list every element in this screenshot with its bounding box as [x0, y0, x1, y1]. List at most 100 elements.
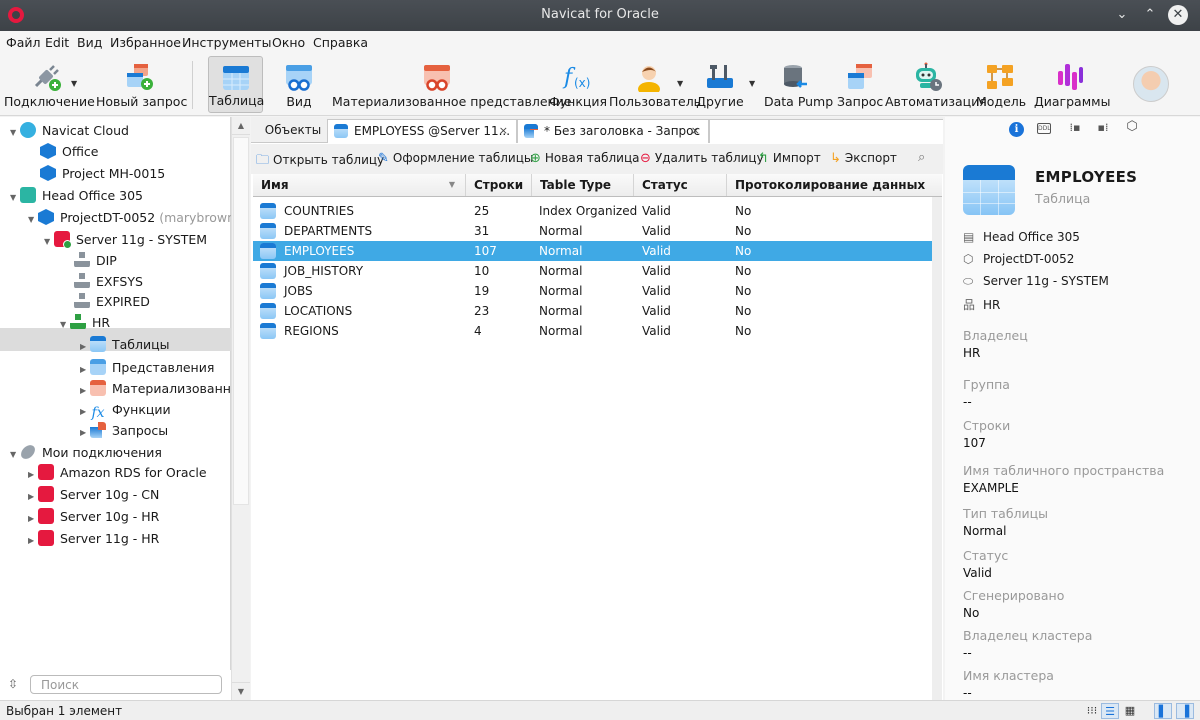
- expand-arrow-icon[interactable]: ▶: [80, 380, 90, 401]
- tree-item-materialized-views[interactable]: ▶ Материализованны: [80, 378, 241, 399]
- tree-item-queries[interactable]: ▶ Запросы: [80, 420, 168, 441]
- menu-file[interactable]: Файл: [6, 35, 41, 50]
- table-row[interactable]: JOB_HISTORY 10 Normal Valid No: [253, 261, 942, 281]
- expand-arrow-icon[interactable]: ▼: [28, 209, 38, 230]
- function-button[interactable]: f (x) Функция: [549, 56, 607, 113]
- dependencies-tab-icon[interactable]: ⁞▪: [1066, 121, 1084, 137]
- table-button[interactable]: Таблица: [208, 56, 264, 113]
- close-tab-icon[interactable]: ×: [499, 120, 508, 142]
- tree-item-schema-hr[interactable]: ▼ HR: [60, 312, 110, 333]
- toggle-right-pane-button[interactable]: ▐: [1176, 703, 1194, 719]
- tree-item-schema-dip[interactable]: DIP: [74, 250, 117, 271]
- tab-untitled-query[interactable]: * Без заголовка - Запрос ×: [517, 119, 709, 143]
- open-table-button[interactable]: 🗀 Открыть таблицу: [256, 151, 384, 173]
- tree-item-schema-expired[interactable]: EXPIRED: [74, 291, 150, 312]
- other-button[interactable]: Другие: [696, 56, 744, 113]
- toggle-left-pane-button[interactable]: ▌: [1154, 703, 1172, 719]
- tree-item-navicat-cloud[interactable]: ▼ Navicat Cloud: [10, 120, 129, 141]
- export-button[interactable]: ↳ Экспорт: [830, 151, 897, 166]
- maximize-button[interactable]: ⌃: [1140, 5, 1160, 25]
- list-view-button[interactable]: ☰: [1101, 703, 1119, 719]
- user-dropdown-icon[interactable]: ▼: [677, 79, 683, 88]
- navigation-scrollbar[interactable]: ▲ ▼: [231, 117, 250, 700]
- new-table-button[interactable]: ⊕ Новая таблица: [530, 151, 639, 166]
- menu-favorites[interactable]: Избранное: [110, 35, 181, 50]
- detail-view-button[interactable]: ▦: [1121, 703, 1139, 719]
- tree-item-project-mh[interactable]: Project MH-0015: [40, 163, 165, 184]
- close-tab-icon[interactable]: ×: [691, 120, 700, 142]
- search-icon[interactable]: ⌕: [918, 150, 925, 165]
- objects-scrollbar[interactable]: [932, 197, 942, 700]
- column-header-status[interactable]: Статус: [634, 174, 727, 196]
- close-button[interactable]: ✕: [1168, 5, 1188, 25]
- user-avatar[interactable]: [1133, 66, 1169, 102]
- expand-arrow-icon[interactable]: ▶: [28, 530, 38, 551]
- tree-item-server-11g-hr[interactable]: ▶ Server 11g - HR: [28, 528, 159, 549]
- ddl-tab-icon[interactable]: DDL: [1037, 123, 1051, 134]
- menu-tools[interactable]: Инструменты: [182, 35, 271, 50]
- tree-item-server-10g-cn[interactable]: ▶ Server 10g - CN: [28, 484, 159, 505]
- expand-arrow-icon[interactable]: ▶: [80, 359, 90, 380]
- table-row[interactable]: JOBS 19 Normal Valid No: [253, 281, 942, 301]
- view-button[interactable]: Вид: [277, 56, 321, 113]
- table-row[interactable]: COUNTRIES 25 Index Organized Valid No: [253, 201, 942, 221]
- menu-window[interactable]: Окно: [272, 35, 305, 50]
- materialized-view-button[interactable]: Материализованное представление: [332, 56, 572, 113]
- tree-item-schema-exfsys[interactable]: EXFSYS: [74, 271, 143, 292]
- new-query-button[interactable]: Новый запрос: [96, 56, 187, 113]
- expand-arrow-icon[interactable]: ▼: [10, 444, 20, 465]
- tree-item-server-10g-hr[interactable]: ▶ Server 10g - HR: [28, 506, 159, 527]
- expand-arrow-icon[interactable]: ▼: [60, 314, 70, 335]
- tree-item-tables[interactable]: ▶ Таблицы: [80, 334, 170, 355]
- expand-arrow-icon[interactable]: ▶: [28, 464, 38, 485]
- scrollbar-thumb[interactable]: [233, 137, 249, 505]
- menu-help[interactable]: Справка: [313, 35, 368, 50]
- tree-item-my-connections[interactable]: ▼ Мои подключения: [10, 442, 162, 463]
- tree-item-functions[interactable]: ▶ fx Функции: [80, 399, 171, 422]
- filter-icon[interactable]: ⇳: [8, 677, 18, 691]
- tab-employees-table[interactable]: EMPLOYESS @Server 11... ×: [327, 119, 517, 143]
- icon-view-button[interactable]: ⁝⁝⁝: [1083, 703, 1101, 719]
- connection-dropdown-icon[interactable]: ▼: [71, 79, 77, 88]
- sort-desc-icon[interactable]: ▼: [449, 174, 455, 196]
- minimize-button[interactable]: ⌄: [1112, 5, 1132, 25]
- tree-item-server-11g-system[interactable]: ▼ Server 11g - SYSTEM: [44, 229, 207, 250]
- tree-item-head-office[interactable]: ▼ Head Office 305: [10, 185, 143, 206]
- table-row[interactable]: EMPLOYEES 107 Normal Valid No: [253, 241, 942, 261]
- expand-arrow-icon[interactable]: ▶: [80, 401, 90, 422]
- properties-tab-icon[interactable]: ⬡: [1123, 119, 1141, 135]
- scroll-down-button[interactable]: ▼: [232, 682, 250, 700]
- column-header-rows[interactable]: Строки: [466, 174, 532, 196]
- menu-edit[interactable]: Edit: [45, 35, 69, 50]
- design-table-button[interactable]: ✎ Оформление таблицы: [378, 151, 533, 166]
- expand-arrow-icon[interactable]: ▶: [28, 486, 38, 507]
- references-tab-icon[interactable]: ▪⁞: [1094, 121, 1112, 137]
- table-row[interactable]: LOCATIONS 23 Normal Valid No: [253, 301, 942, 321]
- tree-item-views[interactable]: ▶ Представления: [80, 357, 214, 378]
- table-row[interactable]: DEPARTMENTS 31 Normal Valid No: [253, 221, 942, 241]
- tree-item-amazon-rds[interactable]: ▶ Amazon RDS for Oracle: [28, 462, 207, 483]
- info-tab-icon[interactable]: i: [1009, 122, 1024, 137]
- menu-view[interactable]: Вид: [77, 35, 102, 50]
- data-pump-button[interactable]: Data Pump: [764, 56, 833, 113]
- expand-arrow-icon[interactable]: ▼: [10, 187, 20, 208]
- column-header-name[interactable]: Имя ▼: [253, 174, 466, 196]
- tab-objects[interactable]: Объекты: [257, 119, 329, 143]
- expand-arrow-icon[interactable]: ▶: [80, 336, 90, 357]
- column-header-table-type[interactable]: Table Type: [532, 174, 634, 196]
- column-header-logging[interactable]: Протоколирование данных: [727, 174, 942, 196]
- expand-arrow-icon[interactable]: ▶: [28, 508, 38, 529]
- expand-arrow-icon[interactable]: ▼: [44, 231, 54, 252]
- query-button[interactable]: Запрос: [837, 56, 883, 113]
- model-button[interactable]: Модель: [976, 56, 1026, 113]
- charts-button[interactable]: Диаграммы: [1034, 56, 1110, 113]
- delete-table-button[interactable]: ⊖ Удалить таблицу: [640, 151, 764, 166]
- expand-arrow-icon[interactable]: ▶: [80, 422, 90, 443]
- expand-arrow-icon[interactable]: ▼: [10, 122, 20, 143]
- scroll-up-button[interactable]: ▲: [232, 117, 250, 135]
- automation-button[interactable]: Автоматизация: [885, 56, 987, 113]
- import-button[interactable]: ↰ Импорт: [758, 151, 821, 166]
- tree-item-office[interactable]: Office: [40, 141, 99, 162]
- other-dropdown-icon[interactable]: ▼: [749, 79, 755, 88]
- search-input[interactable]: [30, 675, 222, 694]
